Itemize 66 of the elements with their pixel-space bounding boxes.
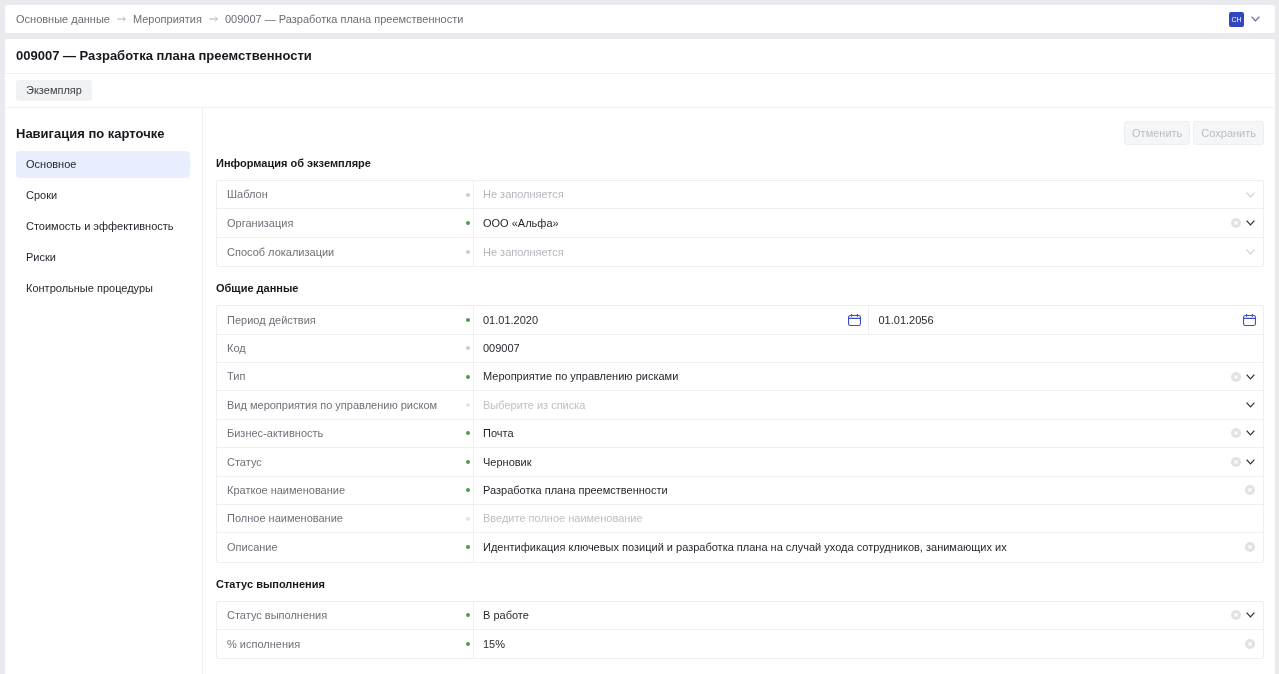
section-heading: Общие данные (216, 281, 300, 296)
field-label: Организация (227, 215, 294, 231)
clear-icon[interactable] (1245, 485, 1255, 496)
chevron-down-icon[interactable] (1246, 402, 1255, 409)
breadcrumb-link[interactable]: Мероприятия (132, 10, 202, 28)
select-field[interactable]: ООО «Альфа» (473, 209, 1263, 237)
field-value: 01.01.2020 (483, 312, 539, 328)
date-field[interactable]: 01.01.2056 (867, 306, 1263, 334)
field-value: Разработка плана преемственности (483, 482, 668, 498)
field-label: Шаблон (227, 187, 268, 203)
arrow-right-icon (208, 16, 218, 22)
breadcrumb-link[interactable]: 009007 — Разработка плана преемственности (224, 10, 464, 28)
clear-icon[interactable] (1231, 371, 1241, 382)
clear-icon[interactable] (1245, 542, 1255, 553)
clear-icon[interactable] (1231, 218, 1241, 229)
section-heading: Информация об экземпляре (216, 156, 372, 170)
field-placeholder: Введите полное наименование (483, 511, 643, 527)
clear-icon[interactable] (1231, 610, 1241, 621)
field-label: Краткое наименование (227, 482, 346, 498)
chevron-down-icon[interactable] (1246, 373, 1255, 380)
field-placeholder: Не заполняется (483, 187, 564, 203)
field-value: Идентификация ключевых позиций и разработка плана на случай ухода сотрудников, занимающих их (483, 540, 1007, 556)
clear-icon[interactable] (1231, 428, 1241, 439)
field-label: Статус (227, 454, 262, 470)
field-value: В работе (483, 608, 529, 624)
field-label: Способ локализации (227, 244, 335, 260)
select-field[interactable]: В работе (473, 601, 1263, 630)
field-label: Код (227, 341, 246, 356)
field-value: Черновик (483, 454, 532, 470)
chevron-down-icon[interactable] (1246, 612, 1255, 619)
field-label: Полное наименование (227, 511, 343, 527)
clear-icon[interactable] (1231, 456, 1241, 467)
field-label: Бизнес-активность (227, 426, 324, 442)
tab[interactable]: Экземпляр (16, 80, 92, 101)
calendar-icon[interactable] (847, 313, 861, 326)
field-placeholder: Выберите из списка (483, 397, 586, 413)
arrow-right-icon (116, 16, 126, 22)
text-field[interactable]: Идентификация ключевых позиций и разработка плана на случай ухода сотрудников, занимающих их (473, 533, 1263, 562)
chevron-down-icon[interactable] (1246, 430, 1255, 437)
field-value: 009007 (483, 341, 520, 356)
field-value: Почта (483, 426, 514, 442)
clear-icon[interactable] (1245, 639, 1255, 650)
field-label: Тип (227, 369, 246, 385)
page-title: 009007 — Разработка плана преемственности (16, 47, 312, 66)
field-label: Период действия (227, 312, 316, 328)
select-field[interactable]: Черновик (473, 448, 1263, 476)
field-value: Мероприятие по управлению рисками (483, 369, 679, 385)
chevron-down-icon[interactable] (1246, 458, 1255, 465)
field-value: 15% (483, 637, 506, 652)
section-heading: Статус выполнения (216, 576, 326, 591)
select-field[interactable]: Мероприятие по управлению рисками (473, 362, 1263, 391)
field-placeholder: Не заполняется (483, 244, 564, 260)
field-label: % исполнения (227, 637, 301, 652)
field-label: Статус выполнения (227, 608, 328, 624)
date-field[interactable]: 01.01.2020 (473, 306, 868, 334)
field-label: Вид мероприятия по управлению риском (227, 397, 438, 413)
field-value: ООО «Альфа» (483, 215, 559, 231)
navigation-heading: Навигация по карточке (16, 126, 166, 142)
calendar-icon[interactable] (1243, 313, 1256, 326)
field-value: 01.01.2056 (878, 312, 934, 328)
navigation-item[interactable]: Основное (16, 151, 190, 178)
text-field[interactable]: 15% (473, 630, 1263, 659)
select-field[interactable]: Почта (473, 419, 1263, 448)
breadcrumb-link[interactable]: Основные данные (16, 10, 110, 28)
chevron-down-icon[interactable] (1246, 220, 1255, 227)
field-label: Описание (227, 540, 278, 556)
